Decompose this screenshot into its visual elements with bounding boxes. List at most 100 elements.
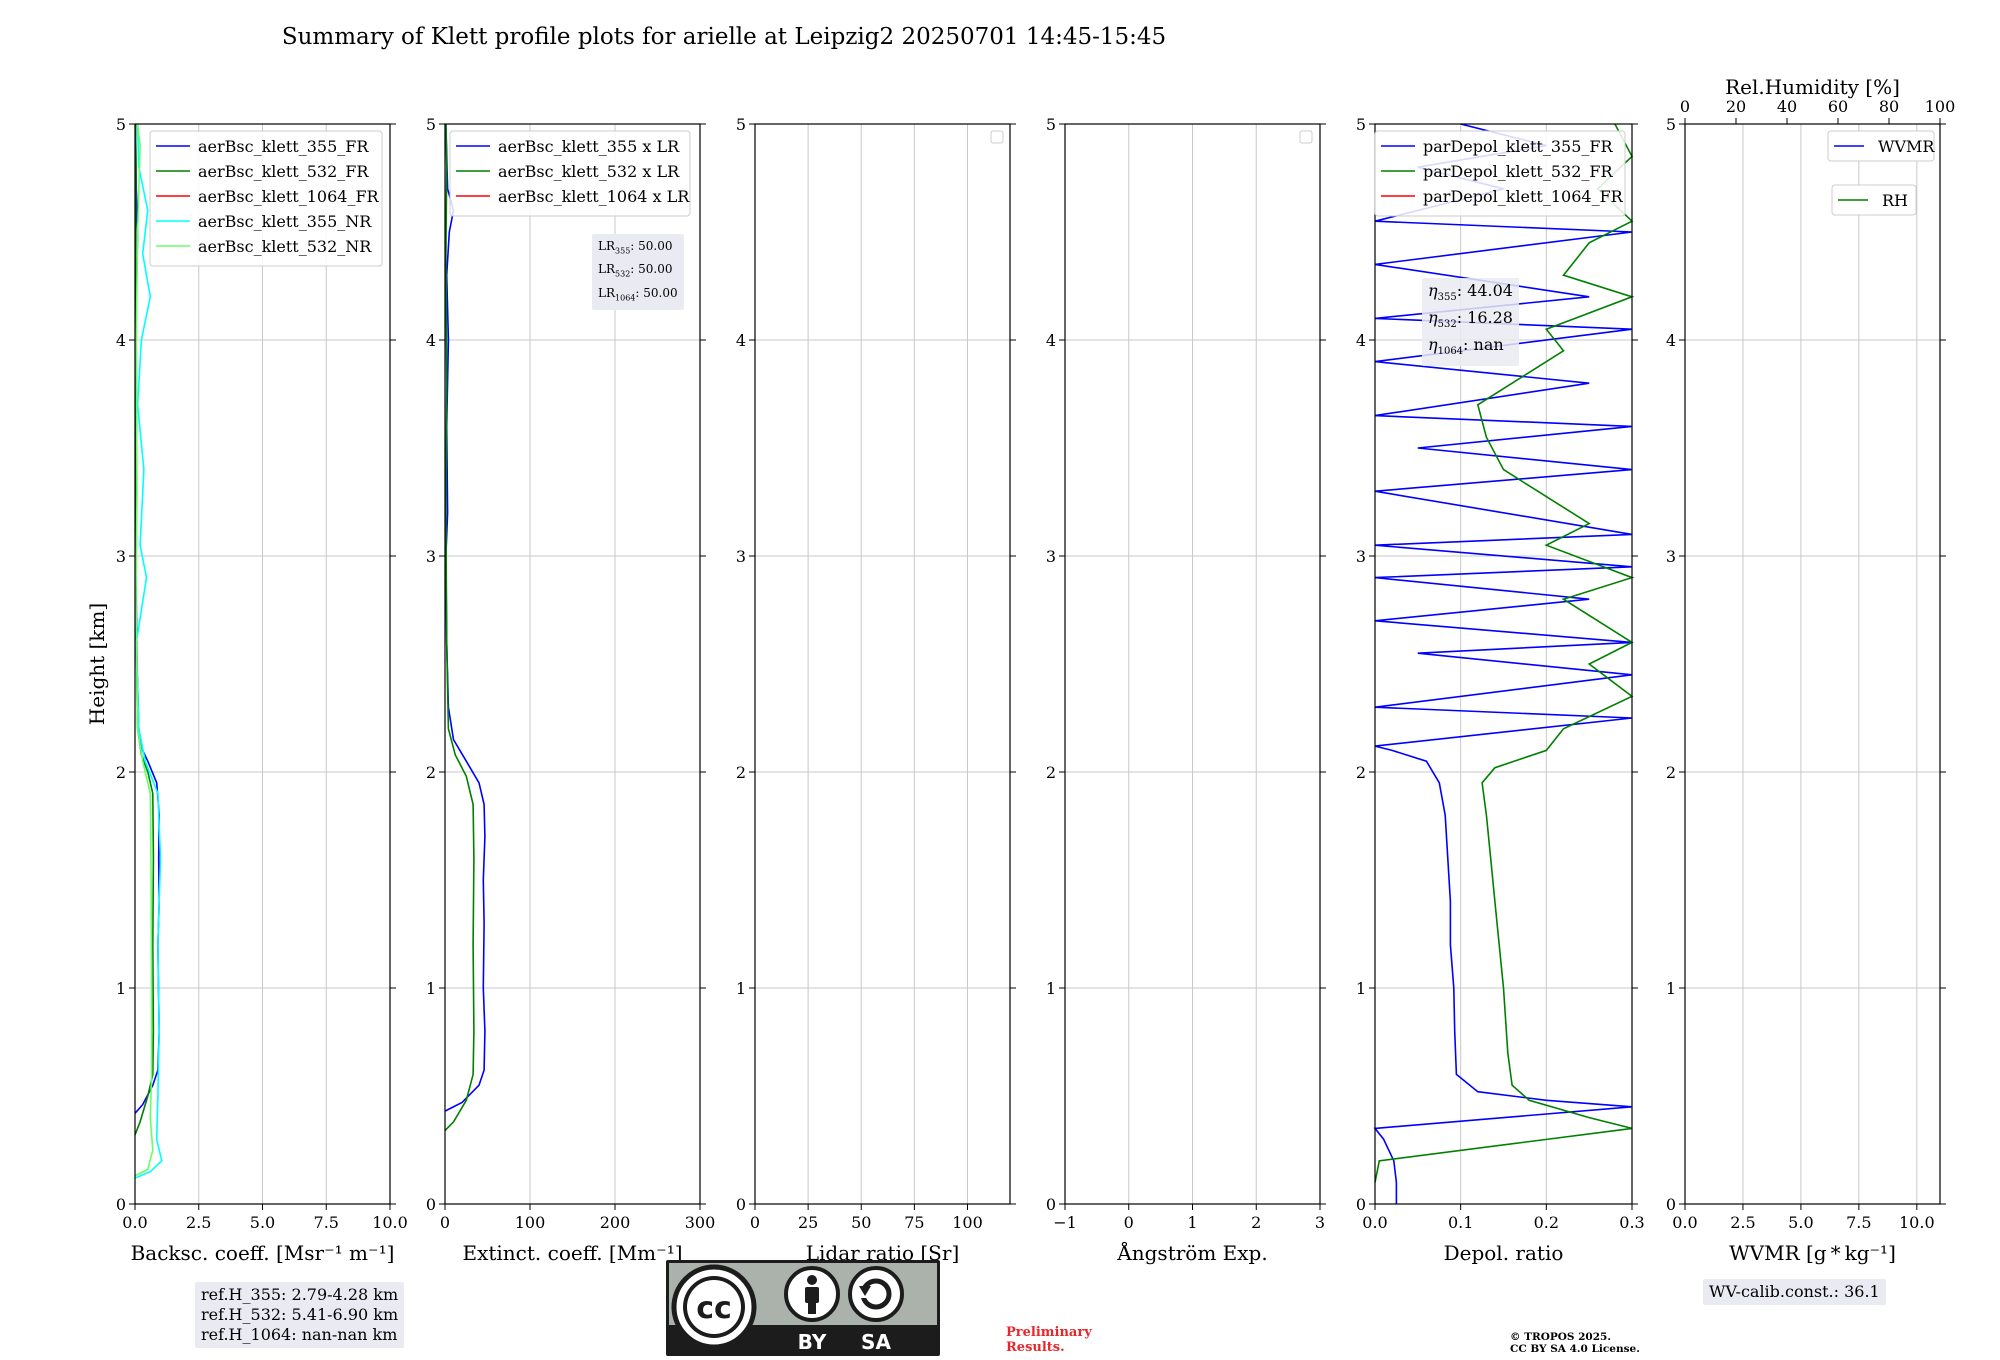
y-tick-label: 5 [426, 115, 436, 134]
y-tick-label: 4 [736, 331, 746, 350]
y-tick-label: 3 [1356, 547, 1366, 566]
x-tick-label: 2.5 [1730, 1213, 1755, 1232]
eta-355: η355: 44.04 [1428, 281, 1513, 304]
y-tick-label: 4 [1356, 331, 1366, 350]
panel-0: 0.0 2.5 5.0 7.5 10.0 0 1 2 3 4 5 Backsc. coeff. [Ms… [85, 115, 408, 1265]
lr-1064: LR1064: 50.00 [598, 285, 678, 303]
y-tick-label: 3 [1666, 547, 1676, 566]
y-tick-label: 2 [736, 763, 746, 782]
by-attribution-icon [784, 1266, 840, 1322]
legend-label: aerBsc_klett_532_NR [198, 237, 372, 256]
preliminary-line-1: Preliminary [1006, 1325, 1092, 1340]
legend-label: aerBsc_klett_532_FR [198, 162, 369, 181]
figure-title: Summary of Klett profile plots for ariel… [282, 24, 1166, 50]
y-tick-label: 3 [1046, 547, 1056, 566]
svg-text:cc: cc [696, 1291, 732, 1326]
x-tick-label: 100 [515, 1213, 546, 1232]
lidar-ratio-box: LR355: 50.00 LR532: 50.00 LR1064: 50.00 [592, 234, 684, 311]
x-tick-label: 100 [952, 1213, 983, 1232]
series-line-aerBsc_klett_532 x LR [444, 123, 475, 1132]
x-tick-label: 0 [750, 1213, 760, 1232]
x-axis-label: Extinct. coeff. [Mm⁻¹] [462, 1241, 682, 1265]
y-tick-label: 0 [1046, 1195, 1056, 1214]
copyright-line-2: CC BY SA 4.0 License. [1510, 1343, 1640, 1355]
legend-label: aerBsc_klett_355_FR [198, 137, 369, 156]
empty-legend [1299, 130, 1313, 144]
x-tick-label: 0.0 [122, 1213, 147, 1232]
sa-share-alike-icon [848, 1266, 904, 1322]
legend-label: aerBsc_klett_532 x LR [498, 162, 680, 181]
y-tick-label: 0 [1666, 1195, 1676, 1214]
x-tick-label: −1 [1053, 1213, 1077, 1232]
lr-532: LR532: 50.00 [598, 262, 673, 279]
x-tick-label: 3 [1315, 1213, 1325, 1232]
y-tick-label: 5 [1046, 115, 1056, 134]
y-tick-label: 5 [1356, 115, 1366, 134]
y-tick-label: 0 [116, 1195, 126, 1214]
legend-label: parDepol_klett_355_FR [1423, 137, 1614, 156]
series-line-aerBsc_klett_355 x LR [444, 123, 486, 1112]
x-tick-label: 5.0 [1788, 1213, 1813, 1232]
y-tick-label: 5 [116, 115, 126, 134]
y-tick-label: 3 [116, 547, 126, 566]
x-tick-label: 0 [440, 1213, 450, 1232]
y-tick-label: 4 [116, 331, 126, 350]
legend-label: parDepol_klett_1064_FR [1423, 187, 1624, 206]
x-tick-label: 50 [851, 1213, 871, 1232]
y-axis-label: Height [km] [85, 603, 109, 725]
x-tick-label: 25 [798, 1213, 818, 1232]
top-x-tick-label: 100 [1925, 97, 1956, 116]
x-axis-label: Ångström Exp. [1116, 1240, 1267, 1265]
axes-frame [754, 123, 1011, 1205]
x-tick-label: 0.2 [1534, 1213, 1559, 1232]
x-tick-label: 75 [904, 1213, 924, 1232]
copyright-line-1: © TROPOS 2025. [1510, 1331, 1612, 1343]
preliminary-line-2: Results. [1006, 1340, 1065, 1355]
x-tick-label: 1 [1187, 1213, 1197, 1232]
top-x-tick-label: 20 [1726, 97, 1746, 116]
x-tick-label: 7.5 [314, 1213, 339, 1232]
x-tick-label: 200 [600, 1213, 631, 1232]
legend-label: aerBsc_klett_1064 x LR [498, 187, 690, 206]
ref-height-532: ref.H_532: 5.41-6.90 km [201, 1305, 399, 1324]
y-tick-label: 1 [1356, 979, 1366, 998]
legend-label: RH [1882, 191, 1908, 210]
x-axis-label: Backsc. coeff. [Msr⁻¹ m⁻¹] [131, 1241, 395, 1265]
ref-height-box: ref.H_355: 2.79-4.28 km ref.H_532: 5.41-… [195, 1282, 405, 1348]
ref-height-355: ref.H_355: 2.79-4.28 km [201, 1285, 399, 1304]
y-tick-label: 1 [1046, 979, 1056, 998]
legend-label: WVMR [1878, 137, 1935, 156]
empty-legend [990, 130, 1004, 144]
top-x-tick-label: 80 [1879, 97, 1899, 116]
x-tick-label: 5.0 [250, 1213, 275, 1232]
eta-box: η355: 44.04 η532: 16.28 η1064: nan [1422, 278, 1519, 366]
top-x-tick-label: 60 [1828, 97, 1848, 116]
y-tick-label: 4 [1666, 331, 1676, 350]
y-tick-label: 2 [426, 763, 436, 782]
y-tick-label: 2 [1046, 763, 1056, 782]
x-tick-label: 0.3 [1619, 1213, 1644, 1232]
cc-icon: cc [671, 1264, 757, 1350]
x-tick-label: 7.5 [1846, 1213, 1871, 1232]
y-tick-label: 1 [1666, 979, 1676, 998]
x-tick-label: 0.0 [1362, 1213, 1387, 1232]
top-x-tick-label: 0 [1680, 97, 1690, 116]
y-tick-label: 1 [116, 979, 126, 998]
wv-calib-text: WV-calib.const.: 36.1 [1709, 1282, 1880, 1301]
legend-label: aerBsc_klett_355 x LR [498, 137, 680, 156]
axes-frame [1684, 123, 1941, 1205]
eta-1064: η1064: nan [1428, 335, 1504, 358]
y-tick-label: 2 [1666, 763, 1676, 782]
y-tick-label: 1 [736, 979, 746, 998]
x-tick-label: 10.0 [372, 1213, 408, 1232]
y-tick-label: 1 [426, 979, 436, 998]
x-tick-label: 10.0 [1899, 1213, 1935, 1232]
y-tick-label: 5 [736, 115, 746, 134]
x-tick-label: 2.5 [186, 1213, 211, 1232]
x-axis-label: WVMR [g * kg⁻¹] [1729, 1241, 1896, 1265]
y-tick-label: 4 [426, 331, 436, 350]
panel-3: −1 0 1 2 3012345Ångström Exp. [1046, 115, 1326, 1265]
y-tick-label: 0 [1356, 1195, 1366, 1214]
x-axis-label: Depol. ratio [1444, 1241, 1564, 1265]
x-tick-label: 2 [1251, 1213, 1261, 1232]
